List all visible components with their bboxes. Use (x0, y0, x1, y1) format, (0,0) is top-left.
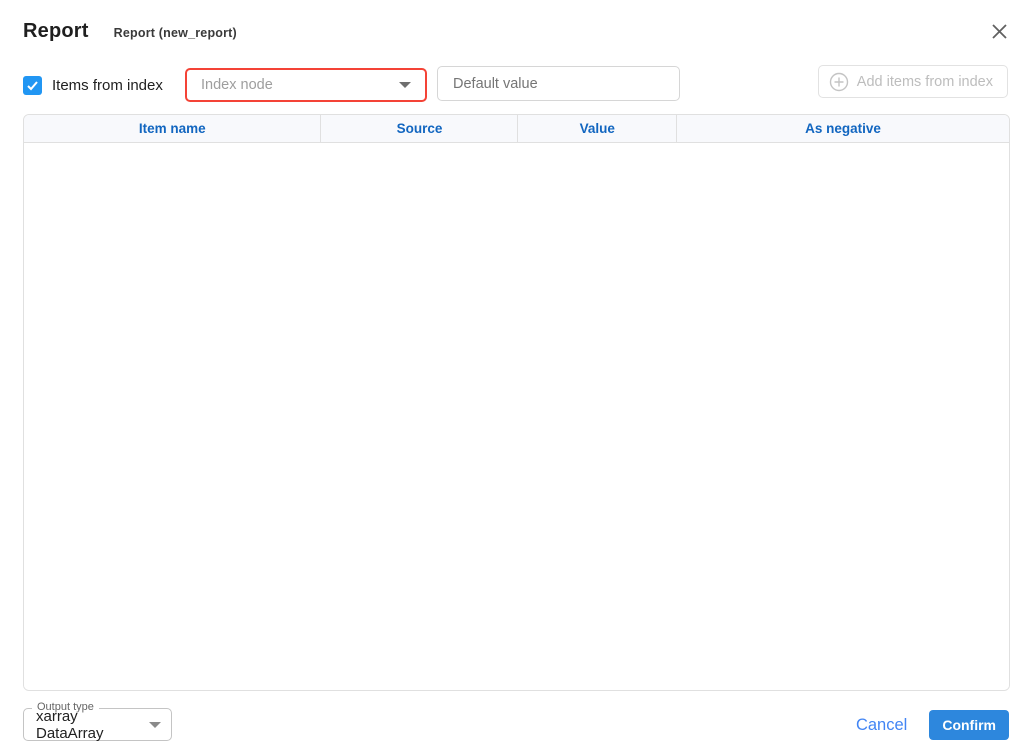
dialog-header: Report Report (new_report) (23, 20, 1009, 43)
index-node-select[interactable]: Index node (185, 68, 427, 102)
page-title: Report (23, 20, 89, 42)
items-from-index-checkbox[interactable] (23, 76, 42, 95)
items-from-index-label: Items from index (52, 77, 163, 94)
index-node-placeholder: Index node (201, 77, 273, 93)
dialog-subtitle: Report (new_report) (113, 26, 237, 40)
controls-row: Items from index Index node Add items fr… (23, 65, 1008, 102)
check-icon (26, 79, 39, 92)
column-header-item-name: Item name (24, 115, 322, 142)
column-header-source: Source (321, 115, 519, 142)
column-header-as-negative: As negative (805, 121, 881, 136)
table-header-row: Item name Source Value As negative (24, 115, 1009, 143)
output-type-select[interactable]: Output type xarray DataArray (23, 701, 172, 742)
column-header-value: Value (518, 115, 678, 142)
items-from-index-option: Items from index (23, 76, 163, 95)
chevron-down-icon (399, 82, 411, 88)
cancel-button[interactable]: Cancel (856, 716, 907, 735)
default-value-input[interactable] (437, 66, 680, 101)
footer-actions: Cancel Confirm (856, 710, 1009, 740)
plus-circle-icon (829, 72, 849, 92)
chevron-down-icon (149, 721, 161, 728)
add-items-from-index-button[interactable]: Add items from index (817, 65, 1008, 98)
confirm-button[interactable]: Confirm (929, 710, 1009, 740)
items-table: Item name Source Value As negative (23, 114, 1010, 691)
output-type-label: Output type (32, 701, 99, 713)
add-items-button-label: Add items from index (856, 73, 993, 90)
table-body-empty (24, 143, 1009, 690)
close-icon (991, 23, 1008, 40)
close-button[interactable] (989, 21, 1009, 41)
